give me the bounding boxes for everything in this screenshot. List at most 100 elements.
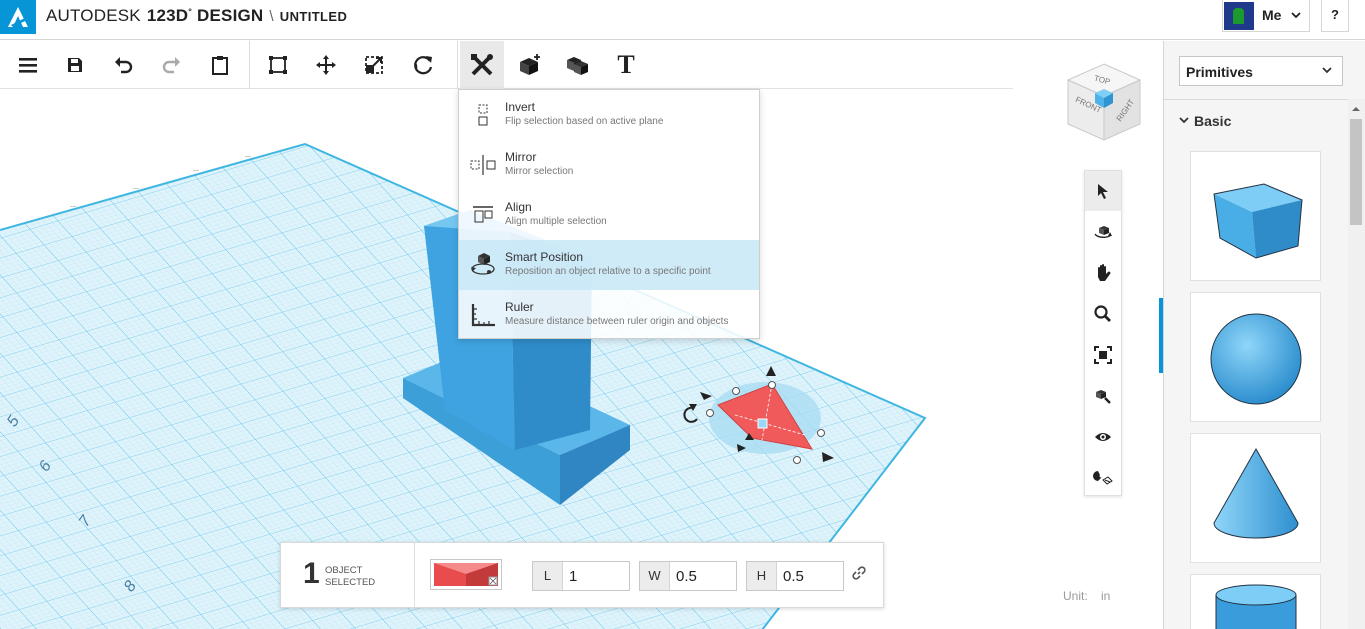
orbit-tool[interactable]: [1085, 212, 1121, 252]
section-chevron-icon[interactable]: [1178, 114, 1190, 126]
menu-item-label: Smart Position: [505, 250, 584, 264]
library-dropdown[interactable]: Primitives: [1179, 56, 1343, 86]
redo-icon: [162, 57, 180, 74]
main-toolbar: T: [0, 41, 1013, 89]
text-icon: T: [617, 50, 635, 79]
modify-tools-button[interactable]: [460, 41, 504, 89]
pan-tool[interactable]: [1085, 253, 1121, 293]
menu-item-align[interactable]: Align Align multiple selection: [459, 190, 759, 240]
undo-icon: [115, 57, 133, 74]
section-title-basic[interactable]: Basic: [1194, 113, 1231, 129]
color-swatch-icon: [434, 563, 498, 586]
menu-item-description: Mirror selection: [505, 166, 574, 177]
box-icon: [1212, 183, 1303, 259]
smart-scale-button[interactable]: [256, 41, 300, 89]
fit-all-tool[interactable]: [1085, 335, 1121, 375]
save-button[interactable]: [53, 41, 97, 89]
menu-button[interactable]: [6, 41, 50, 89]
snap-icon: [1093, 471, 1113, 485]
help-button[interactable]: ?: [1321, 0, 1349, 32]
combine-button[interactable]: [555, 41, 599, 89]
svg-text:—: —: [245, 154, 251, 160]
menu-item-description: Reposition an object relative to a speci…: [505, 266, 711, 277]
cylinder-icon: [1215, 584, 1296, 629]
rotate-icon: [414, 56, 433, 75]
avatar[interactable]: [1224, 2, 1254, 30]
primitive-cone[interactable]: [1190, 433, 1321, 563]
navigation-bar: [1084, 170, 1122, 496]
zoom-selected-tool[interactable]: [1085, 376, 1121, 416]
visibility-tool[interactable]: [1085, 417, 1121, 457]
viewcube[interactable]: TOP FRONT RIGHT: [1064, 62, 1144, 144]
primitive-box[interactable]: [1190, 151, 1321, 281]
title-separator: \: [269, 8, 274, 25]
rotate-button[interactable]: [401, 41, 445, 89]
menu-item-label: Align: [505, 200, 532, 214]
chevron-down-icon[interactable]: [1290, 5, 1302, 27]
zoom-icon: [1094, 305, 1111, 322]
primitive-cylinder[interactable]: [1190, 574, 1321, 629]
undo-button[interactable]: [101, 41, 145, 89]
svg-text:—: —: [70, 204, 76, 210]
pan-icon: [1098, 264, 1111, 281]
menu-item-description: Align multiple selection: [505, 216, 607, 227]
scale-button[interactable]: [352, 41, 396, 89]
construct-button[interactable]: [508, 41, 552, 89]
select-tool[interactable]: [1085, 171, 1121, 211]
width-value[interactable]: 0.5: [676, 568, 697, 585]
scale-icon: [365, 56, 383, 74]
material-color-button[interactable]: [430, 559, 502, 590]
menu-item-ruler[interactable]: Ruler Measure distance between ruler ori…: [459, 290, 759, 340]
svg-text:—: —: [193, 168, 199, 174]
construct-icon: [520, 54, 540, 75]
snap-tool[interactable]: [1085, 458, 1121, 498]
primitive-sphere[interactable]: [1190, 292, 1321, 422]
scroll-up-icon[interactable]: [1351, 105, 1361, 113]
document-name[interactable]: UNTITLED: [280, 9, 347, 24]
paste-button[interactable]: [198, 41, 242, 89]
smart-scale-icon: [269, 56, 287, 74]
orbit-icon: [1094, 226, 1112, 238]
menu-item-invert[interactable]: Invert Flip selection based on active pl…: [459, 90, 759, 140]
modify-menu: Invert Flip selection based on active pl…: [458, 89, 760, 339]
length-value[interactable]: 1: [569, 568, 577, 585]
paste-icon: [212, 56, 228, 75]
library-dropdown-value: Primitives: [1186, 64, 1253, 80]
height-field[interactable]: H 0.5: [746, 561, 844, 591]
sphere-icon: [1210, 313, 1301, 405]
menu-item-label: Invert: [505, 100, 536, 114]
user-name[interactable]: Me: [1262, 7, 1281, 23]
visibility-icon: [1095, 433, 1111, 441]
length-field[interactable]: L 1: [532, 561, 630, 591]
selection-label: OBJECT SELECTED: [325, 565, 376, 588]
title-bar: AUTODESK 123D° DESIGN \ UNTITLED Me ?: [0, 0, 1365, 40]
align-icon: [473, 206, 493, 223]
smart-position-icon: [471, 253, 495, 275]
menu-item-description: Flip selection based on active plane: [505, 116, 664, 127]
autodesk-logo-icon: [8, 7, 28, 27]
height-value[interactable]: 0.5: [783, 568, 804, 585]
selection-panel: 1 OBJECT SELECTED L 1 W 0.5 H 0.5: [280, 542, 884, 608]
menu-item-label: Ruler: [505, 300, 534, 314]
zoom-tool[interactable]: [1085, 294, 1121, 334]
link-icon[interactable]: [851, 565, 867, 581]
width-key: W: [640, 562, 670, 590]
menu-item-mirror[interactable]: Mirror Mirror selection: [459, 140, 759, 190]
panel-scrollbar-thumb[interactable]: [1350, 119, 1362, 225]
ruler-icon: [471, 304, 495, 327]
menu-item-smart-position[interactable]: Smart Position Reposition an object rela…: [459, 240, 759, 290]
move-button[interactable]: [304, 41, 348, 89]
autodesk-logo[interactable]: [0, 0, 36, 34]
redo-button[interactable]: [150, 41, 194, 89]
fit-icon: [1094, 346, 1112, 364]
text-button[interactable]: T: [604, 41, 648, 89]
svg-text:—: —: [133, 186, 139, 192]
menu-item-description: Measure distance between ruler origin an…: [505, 316, 729, 327]
chevron-down-icon: [1322, 67, 1332, 74]
selection-count: 1: [303, 557, 320, 590]
unit-value[interactable]: in: [1101, 589, 1110, 603]
menu-item-label: Mirror: [505, 150, 537, 164]
width-field[interactable]: W 0.5: [639, 561, 737, 591]
primitives-panel: Primitives Basic: [1163, 41, 1365, 629]
zoom-selected-icon: [1096, 390, 1111, 404]
